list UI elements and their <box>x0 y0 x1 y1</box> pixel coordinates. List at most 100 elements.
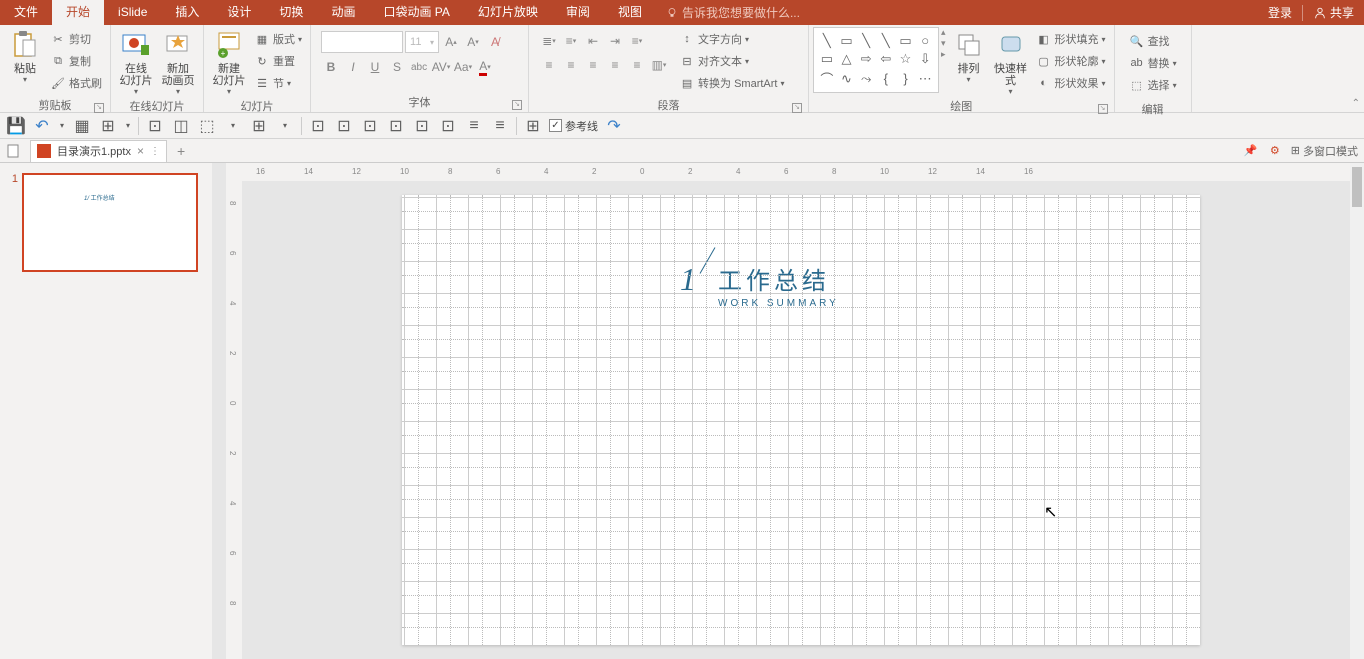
gallery-up-icon[interactable]: ▴ <box>941 27 946 38</box>
dialog-launcher-icon[interactable]: ↘ <box>512 100 522 110</box>
close-tab-icon[interactable]: × <box>137 144 144 158</box>
shape-arrow-r-icon[interactable]: ⇨ <box>857 51 875 69</box>
shape-line3-icon[interactable]: ╲ <box>877 32 895 50</box>
tab-view[interactable]: 视图 <box>604 0 656 25</box>
qat-icon-7[interactable]: ⊞ <box>249 116 269 136</box>
font-color-button[interactable]: A▾ <box>475 57 495 77</box>
strikethrough-button[interactable]: S <box>387 57 407 77</box>
decrease-indent-button[interactable]: ⇤ <box>583 31 603 51</box>
shape-tri-icon[interactable]: △ <box>838 51 856 69</box>
qat-icon-4[interactable]: ◫ <box>171 116 191 136</box>
qat-icon-12[interactable]: ⊡ <box>386 116 406 136</box>
shape-arrow-l-icon[interactable]: ⇦ <box>877 51 895 69</box>
save-icon[interactable]: 💾 <box>6 116 26 136</box>
online-slides-button[interactable]: 在线 幻灯片▾ <box>115 27 157 96</box>
new-slide-button[interactable]: + 新建 幻灯片▾ <box>208 27 250 96</box>
vertical-scrollbar[interactable] <box>1350 163 1364 659</box>
tab-home[interactable]: 开始 <box>52 0 104 25</box>
tab-insert[interactable]: 插入 <box>161 0 213 25</box>
shape-effects-button[interactable]: ◐形状效果 ▾ <box>1032 73 1110 93</box>
reset-button[interactable]: ↻重置 <box>250 51 306 71</box>
slide-canvas[interactable]: 1 工作总结 WORK SUMMARY <box>402 195 1200 645</box>
shape-outline-button[interactable]: ▢形状轮廓 ▾ <box>1032 51 1110 71</box>
quick-styles-button[interactable]: 快速样式▾ <box>990 27 1032 96</box>
undo-icon[interactable]: ↶ <box>32 116 52 136</box>
layout-button[interactable]: ▦版式 ▾ <box>250 29 306 49</box>
paste-button[interactable]: 粘贴▾ <box>4 27 46 84</box>
gallery-more-icon[interactable]: ▸ <box>941 49 946 60</box>
dialog-launcher-icon[interactable]: ↘ <box>94 103 104 113</box>
bold-button[interactable]: B <box>321 57 341 77</box>
justify-button[interactable]: ≡ <box>605 55 625 75</box>
arrange-button[interactable]: 排列▾ <box>948 27 990 84</box>
qat-icon-11[interactable]: ⊡ <box>360 116 380 136</box>
undo-dropdown-icon[interactable]: ▾ <box>58 116 66 136</box>
qat-icon-10[interactable]: ⊡ <box>334 116 354 136</box>
qat-icon-9[interactable]: ⊡ <box>308 116 328 136</box>
qat-dropdown-icon[interactable]: ▾ <box>124 116 132 136</box>
change-case-button[interactable]: Aa▾ <box>453 57 473 77</box>
shape-oval-icon[interactable]: ○ <box>916 32 934 50</box>
add-tab-button[interactable]: + <box>177 143 185 159</box>
replace-button[interactable]: ab替换 ▾ <box>1125 53 1181 73</box>
shape-rect3-icon[interactable]: ▭ <box>818 51 836 69</box>
text-direction-button[interactable]: ↕文字方向 ▾ <box>675 29 788 49</box>
shape-conn-icon[interactable]: ⤳ <box>857 69 875 88</box>
increase-indent-button[interactable]: ⇥ <box>605 31 625 51</box>
multi-window-button[interactable]: ⊞多窗口模式 <box>1291 143 1358 159</box>
shape-curve1-icon[interactable]: ⌒ <box>818 69 836 88</box>
tab-menu-icon[interactable]: ⋮ <box>150 146 160 157</box>
tell-me-search[interactable]: 告诉我您想要做什么... <box>666 4 800 21</box>
qat-icon-17[interactable]: ⊞ <box>523 116 543 136</box>
increase-font-icon[interactable]: A▴ <box>441 32 461 52</box>
format-painter-button[interactable]: 🖌格式刷 <box>46 73 106 93</box>
collapse-ribbon-icon[interactable]: ⌃ <box>1352 98 1360 109</box>
align-text-button[interactable]: ⊟对齐文本 ▾ <box>675 51 788 71</box>
qat-icon-8[interactable]: ▾ <box>275 116 295 136</box>
tab-review[interactable]: 审阅 <box>552 0 604 25</box>
shape-more-icon[interactable]: ⋯ <box>916 69 934 88</box>
cut-button[interactable]: ✂剪切 <box>46 29 106 49</box>
tab-islide[interactable]: iSlide <box>104 0 161 25</box>
horizontal-ruler[interactable]: 1614121086420246810121416 <box>242 163 1350 181</box>
login-button[interactable]: 登录 <box>1258 4 1302 21</box>
shape-rect2-icon[interactable]: ▭ <box>897 32 915 50</box>
gallery-down-icon[interactable]: ▾ <box>941 38 946 49</box>
convert-smartart-button[interactable]: ▤转换为 SmartArt ▾ <box>675 73 788 93</box>
select-button[interactable]: ⬚选择 ▾ <box>1125 75 1181 95</box>
find-button[interactable]: 🔍查找 <box>1125 31 1181 51</box>
columns-button[interactable]: ▥▾ <box>649 55 669 75</box>
qat-icon-2[interactable]: ⊞ <box>98 116 118 136</box>
shape-rect-icon[interactable]: ▭ <box>838 32 856 50</box>
char-spacing-button[interactable]: AV▾ <box>431 57 451 77</box>
dialog-launcher-icon[interactable]: ↘ <box>1098 104 1108 114</box>
redo-icon[interactable]: ↷ <box>604 116 624 136</box>
tab-animations[interactable]: 动画 <box>317 0 369 25</box>
italic-button[interactable]: I <box>343 57 363 77</box>
file-icon[interactable] <box>6 143 22 159</box>
distribute-button[interactable]: ≡ <box>627 55 647 75</box>
font-name-input[interactable] <box>321 31 403 53</box>
slide-thumbnail-1[interactable]: 1/ 工作总结 <box>22 173 198 272</box>
section-button[interactable]: ☰节 ▾ <box>250 73 306 93</box>
qat-icon-5[interactable]: ⬚ <box>197 116 217 136</box>
shape-star-icon[interactable]: ☆ <box>897 51 915 69</box>
qat-icon-6[interactable]: ▾ <box>223 116 243 136</box>
numbering-button[interactable]: ≡▾ <box>561 31 581 51</box>
tab-slideshow[interactable]: 幻灯片放映 <box>464 0 552 25</box>
align-left-button[interactable]: ≡ <box>539 55 559 75</box>
align-center-button[interactable]: ≡ <box>561 55 581 75</box>
decrease-font-icon[interactable]: A▾ <box>463 32 483 52</box>
gear-icon[interactable]: ⚙ <box>1267 143 1283 159</box>
dialog-launcher-icon[interactable]: ↘ <box>792 103 802 113</box>
vertical-ruler[interactable]: 864202468 <box>226 181 242 659</box>
shape-brace-l-icon[interactable]: { <box>877 69 895 88</box>
line-spacing-button[interactable]: ≡▾ <box>627 31 647 51</box>
shadow-button[interactable]: abc <box>409 57 429 77</box>
shape-fill-button[interactable]: ◧形状填充 ▾ <box>1032 29 1110 49</box>
tab-file[interactable]: 文件 <box>0 0 52 25</box>
qat-icon-3[interactable]: ⊡ <box>145 116 165 136</box>
font-size-input[interactable]: 11▾ <box>405 31 439 53</box>
qat-icon-16[interactable]: ≡ <box>490 116 510 136</box>
shape-curve2-icon[interactable]: ∿ <box>838 69 856 88</box>
